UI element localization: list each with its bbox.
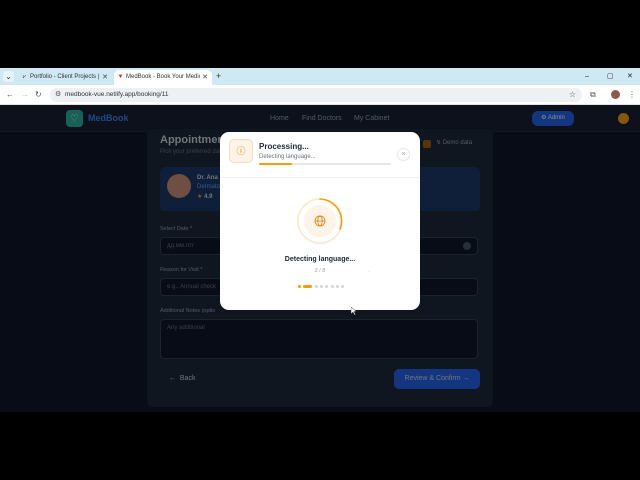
step-dot: [314, 285, 318, 288]
step-dot: [341, 285, 345, 288]
translate-icon: ⓘ: [229, 139, 253, 163]
address-bar[interactable]: ⚙ medbook-vue.netlify.app/booking/11 ☆: [50, 88, 582, 102]
progress-fill: [259, 163, 292, 165]
current-step-text: Detecting language...: [284, 256, 356, 263]
tab-search-icon[interactable]: ⌄: [3, 71, 14, 82]
step-dot: [325, 285, 329, 288]
step-dot: [335, 285, 339, 288]
processing-modal: ⓘ Processing... Detecting language... × …: [220, 132, 420, 310]
address-toolbar: ← → ↻ ⚙ medbook-vue.netlify.app/booking/…: [0, 85, 640, 105]
close-icon[interactable]: ✕: [202, 70, 208, 85]
bookmark-star-icon[interactable]: ☆: [569, 88, 576, 102]
step-dot: [330, 285, 334, 288]
extensions-icon[interactable]: ⧉: [590, 89, 596, 101]
modal-title: Processing...: [259, 142, 309, 151]
tab-medbook[interactable]: ▼ MedBook - Book Your Medical ✕: [114, 70, 212, 85]
globe-spinner: [297, 198, 343, 244]
mouse-cursor-icon: [351, 307, 357, 315]
close-icon[interactable]: ✕: [102, 70, 108, 85]
portfolio-favicon-icon: ⩗: [22, 74, 27, 80]
site-info-icon[interactable]: ⚙: [55, 90, 61, 100]
window-close-button[interactable]: ✕: [627, 70, 633, 83]
tab-title: Portfolio - Client Projects | Wo: [30, 74, 100, 80]
browser-menu-icon[interactable]: ⋮: [628, 89, 636, 101]
step-dot: [319, 285, 323, 288]
minimize-button[interactable]: –: [585, 70, 589, 83]
tab-title: MedBook - Book Your Medical: [126, 74, 200, 80]
tab-strip: ⌄ ⩗ Portfolio - Client Projects | Wo ✕ ▼…: [0, 68, 640, 85]
step-dot: [303, 285, 313, 288]
screen: ⌄ ⩗ Portfolio - Client Projects | Wo ✕ ▼…: [0, 0, 640, 480]
reload-icon[interactable]: ↻: [35, 89, 42, 101]
new-tab-button[interactable]: +: [216, 70, 221, 83]
step-dot: [298, 285, 301, 288]
modal-divider: [220, 177, 420, 178]
url-text: medbook-vue.netlify.app/booking/11: [65, 91, 169, 98]
modal-close-button[interactable]: ×: [397, 148, 410, 161]
profile-avatar[interactable]: [611, 90, 620, 99]
modal-subtitle: Detecting language...: [259, 154, 316, 160]
forward-arrow-icon[interactable]: →: [21, 89, 29, 101]
modal-progress-bar: [259, 163, 391, 165]
faint-marker: ·: [368, 269, 370, 275]
maximize-button[interactable]: ▢: [607, 70, 614, 83]
tab-portfolio[interactable]: ⩗ Portfolio - Client Projects | Wo ✕: [18, 70, 112, 85]
step-counter: 2 / 8: [314, 268, 326, 274]
medbook-favicon-icon: ▼: [117, 74, 124, 80]
back-arrow-icon[interactable]: ←: [6, 89, 14, 101]
